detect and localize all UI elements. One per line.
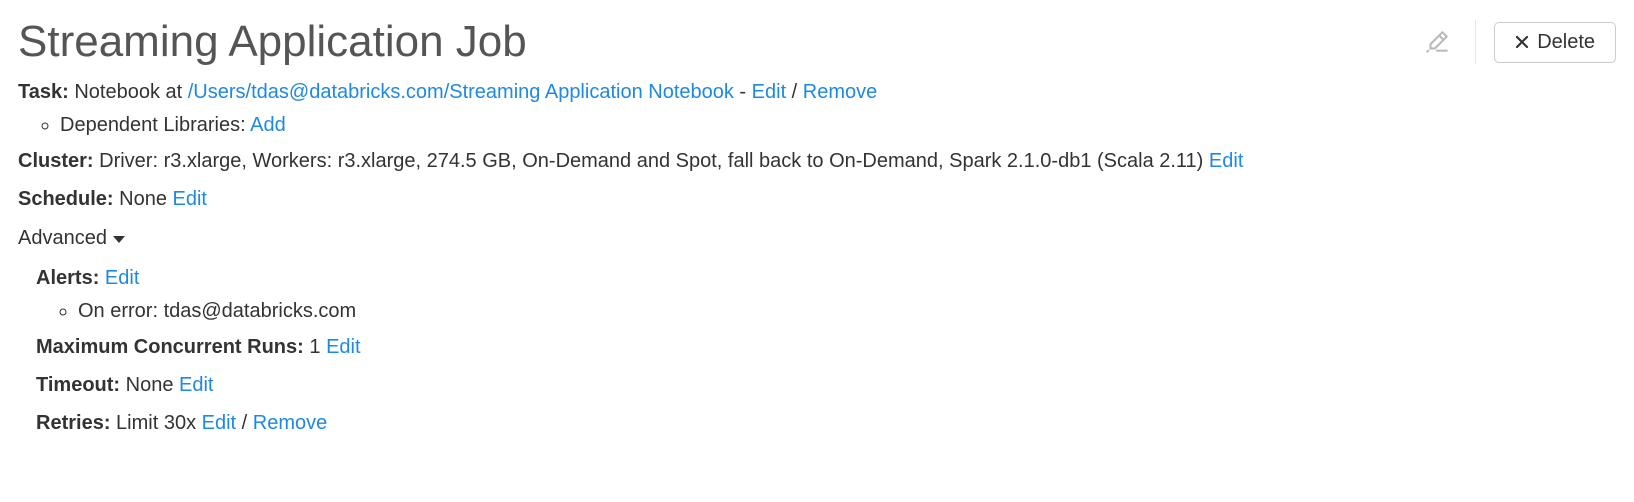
max-concurrent-edit-link[interactable]: Edit	[326, 336, 360, 358]
schedule-row: Schedule: None Edit	[18, 183, 1616, 215]
max-concurrent-row: Maximum Concurrent Runs: 1 Edit	[36, 331, 1616, 363]
edit-icon[interactable]	[1417, 22, 1457, 62]
separator	[1475, 20, 1476, 64]
alerts-row: Alerts: Edit	[36, 262, 1616, 294]
max-concurrent-value: 1	[304, 336, 326, 358]
retries-value: Limit 30x	[110, 412, 201, 434]
dependent-libraries-label: Dependent Libraries:	[60, 114, 250, 136]
task-remove-link[interactable]: Remove	[803, 81, 877, 103]
caret-down-icon	[113, 236, 125, 243]
task-row: Task: Notebook at /Users/tdas@databricks…	[18, 76, 1616, 108]
max-concurrent-label: Maximum Concurrent Runs:	[36, 336, 304, 358]
retries-sep: /	[236, 412, 253, 434]
schedule-value: None	[114, 188, 173, 210]
delete-button[interactable]: Delete	[1494, 22, 1616, 63]
retries-edit-link[interactable]: Edit	[202, 412, 236, 434]
schedule-label: Schedule:	[18, 188, 114, 210]
retries-remove-link[interactable]: Remove	[253, 412, 327, 434]
timeout-label: Timeout:	[36, 374, 120, 396]
retries-label: Retries:	[36, 412, 110, 434]
task-sep1: -	[734, 81, 752, 103]
close-icon	[1515, 35, 1529, 49]
cluster-edit-link[interactable]: Edit	[1209, 150, 1243, 172]
alerts-label: Alerts:	[36, 267, 99, 289]
advanced-toggle[interactable]: Advanced	[18, 227, 125, 250]
dependent-libraries-item: Dependent Libraries: Add	[60, 114, 1616, 137]
schedule-edit-link[interactable]: Edit	[173, 188, 207, 210]
retries-row: Retries: Limit 30x Edit / Remove	[36, 407, 1616, 439]
alerts-edit-link[interactable]: Edit	[105, 267, 139, 289]
delete-button-label: Delete	[1537, 31, 1595, 54]
dependent-libraries-add-link[interactable]: Add	[250, 114, 286, 136]
timeout-edit-link[interactable]: Edit	[179, 374, 213, 396]
task-prefix: Notebook at	[74, 81, 187, 103]
alert-on-error-item: On error: tdas@databricks.com	[78, 300, 1616, 323]
task-edit-link[interactable]: Edit	[752, 81, 786, 103]
cluster-value: Driver: r3.xlarge, Workers: r3.xlarge, 2…	[94, 150, 1209, 172]
task-sep2: /	[786, 81, 803, 103]
cluster-row: Cluster: Driver: r3.xlarge, Workers: r3.…	[18, 145, 1616, 177]
task-label: Task:	[18, 81, 69, 103]
cluster-label: Cluster:	[18, 150, 94, 172]
advanced-label: Advanced	[18, 227, 107, 250]
timeout-value: None	[120, 374, 179, 396]
timeout-row: Timeout: None Edit	[36, 369, 1616, 401]
page-title: Streaming Application Job	[18, 18, 527, 66]
alert-on-error-label: On error:	[78, 300, 164, 322]
task-notebook-link[interactable]: /Users/tdas@databricks.com/Streaming App…	[188, 81, 734, 103]
alert-on-error-value: tdas@databricks.com	[164, 300, 357, 322]
